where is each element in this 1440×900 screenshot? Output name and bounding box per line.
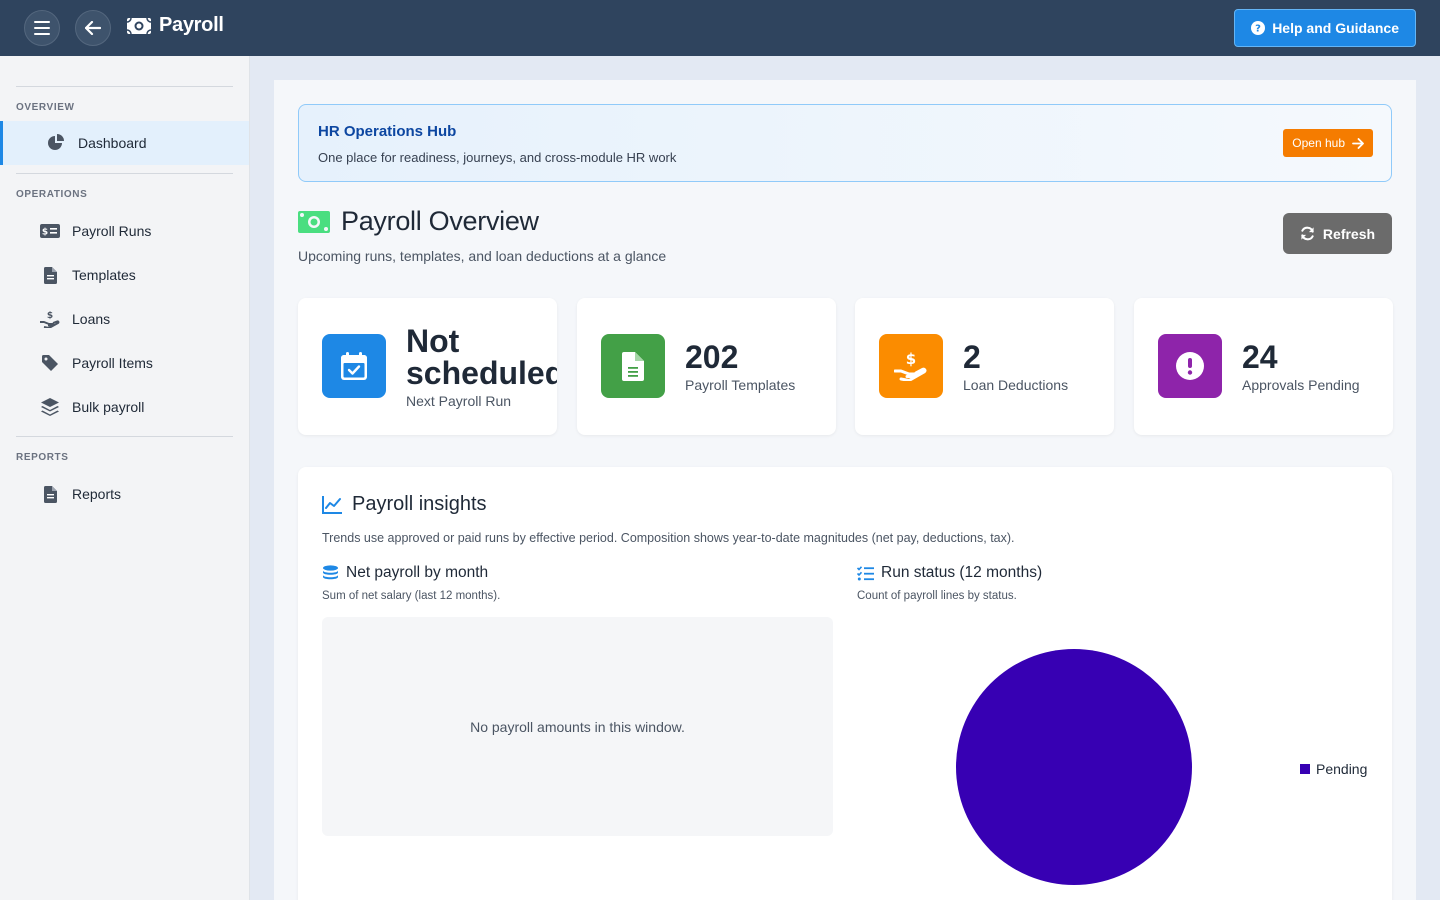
sidebar-item-loans[interactable]: $ Loans [0,297,249,341]
overview-heading: Payroll Overview [298,206,539,237]
page-title: Payroll Overview [341,206,539,236]
hub-subtitle: One place for readiness, journeys, and c… [318,150,677,165]
stat-card-approvals: 24 Approvals Pending [1134,298,1393,435]
refresh-icon [1301,226,1314,241]
file-icon [40,265,60,285]
insights-title: Payroll insights [352,493,487,515]
net-payroll-heading: Net payroll by month [322,564,488,582]
svg-text:$: $ [47,311,53,321]
hr-hub-banner: HR Operations Hub One place for readines… [298,104,1392,182]
stat-value-line2: scheduled [406,355,557,391]
question-circle-icon: ? [1251,21,1266,35]
sidebar-item-payroll-items[interactable]: Payroll Items [0,341,249,385]
svg-text:$: $ [42,228,48,238]
legend-swatch [1300,764,1310,774]
arrow-left-icon [85,21,101,35]
file-lines-icon [622,351,644,381]
hub-title: HR Operations Hub [318,123,457,140]
exclamation-circle-icon [1176,352,1204,380]
svg-text:$: $ [906,351,916,368]
sidebar-item-label: Payroll Runs [72,223,152,239]
money-bill-icon [298,210,330,233]
page-subtitle: Upcoming runs, templates, and loan deduc… [298,248,667,264]
insights-description: Trends use approved or paid runs by effe… [322,531,1015,545]
list-check-icon [857,565,874,580]
file-lines-icon [40,484,60,504]
stat-value: 202 [685,339,739,375]
open-hub-label: Open hub [1292,136,1345,150]
stat-label: Approvals Pending [1242,377,1360,393]
main-content: HR Operations Hub One place for readines… [274,80,1416,900]
payroll-insights-panel: Payroll insights Trends use approved or … [298,467,1392,900]
stat-card-next-run: Not scheduled Next Payroll Run [298,298,557,435]
sidebar-item-bulk-payroll[interactable]: Bulk payroll [0,385,249,429]
run-status-subtitle: Count of payroll lines by status. [857,590,1017,602]
net-payroll-empty-state: No payroll amounts in this window. [322,617,833,836]
stat-label: Payroll Templates [685,377,796,393]
help-guidance-button[interactable]: ? Help and Guidance [1234,9,1416,47]
open-hub-button[interactable]: Open hub [1283,129,1373,157]
sidebar-item-reports[interactable]: Reports [0,472,249,516]
stat-icon-bg [322,334,386,398]
hand-holding-dollar-icon: $ [894,351,927,381]
stat-card-templates: 202 Payroll Templates [577,298,836,435]
sidebar-divider [16,86,233,87]
stat-label: Next Payroll Run [406,393,512,409]
hand-holding-dollar-icon: $ [40,309,60,329]
app-brand: Payroll [127,14,224,37]
coins-icon [323,564,338,579]
sidebar-section-overview: OVERVIEW [16,102,75,113]
app-title: Payroll [159,14,224,36]
stat-card-loans: $ 2 Loan Deductions [855,298,1114,435]
chart-line-icon [322,495,342,514]
sidebar-divider [16,436,233,437]
money-bill-icon [127,17,151,34]
sidebar-item-label: Dashboard [78,135,147,151]
empty-message: No payroll amounts in this window. [470,718,685,735]
refresh-button[interactable]: Refresh [1283,213,1392,254]
stat-value: 2 [963,339,981,375]
money-check-icon: $ [40,221,60,241]
stat-icon-bg [601,334,665,398]
layer-group-icon [40,397,60,417]
sidebar-item-label: Templates [72,267,136,283]
sidebar-item-label: Payroll Items [72,355,153,371]
run-status-title: Run status (12 months) [881,564,1043,581]
net-payroll-title: Net payroll by month [346,564,489,581]
help-guidance-label: Help and Guidance [1272,20,1399,36]
sidebar-divider [16,173,233,174]
menu-button[interactable] [24,10,60,46]
chart-pie-icon [46,133,66,153]
sidebar-section-operations: OPERATIONS [16,189,88,200]
sidebar-section-reports: REPORTS [16,452,69,463]
svg-text:?: ? [1255,24,1261,35]
legend-label: Pending [1316,761,1368,777]
sidebar-item-payroll-runs[interactable]: $ Payroll Runs [0,209,249,253]
stat-value-line1: Not [406,323,460,359]
refresh-label: Refresh [1322,225,1376,242]
sidebar-item-templates[interactable]: Templates [0,253,249,297]
stat-label: Loan Deductions [963,377,1069,393]
sidebar: OVERVIEW Dashboard OPERATIONS $ Payroll … [0,56,250,900]
sidebar-item-label: Reports [72,486,122,502]
sidebar-item-dashboard[interactable]: Dashboard [0,121,249,165]
arrow-right-icon [1352,137,1364,149]
calendar-check-icon [341,352,367,380]
sidebar-item-label: Bulk payroll [72,399,145,415]
stat-value: 24 [1242,339,1278,375]
net-payroll-subtitle: Sum of net salary (last 12 months). [322,590,501,602]
run-status-heading: Run status (12 months) [857,564,1042,582]
stat-icon-bg [1158,334,1222,398]
stat-icon-bg: $ [879,334,943,398]
pie-legend: Pending [1300,761,1367,777]
sidebar-item-label: Loans [72,311,111,327]
insights-heading: Payroll insights [322,493,487,516]
pie-slice-pending[interactable] [956,649,1192,885]
top-bar: Payroll ? Help and Guidance [0,0,1440,56]
run-status-pie-chart [956,649,1192,885]
back-button[interactable] [75,10,111,46]
hamburger-icon [34,21,50,35]
tag-icon [40,353,60,373]
